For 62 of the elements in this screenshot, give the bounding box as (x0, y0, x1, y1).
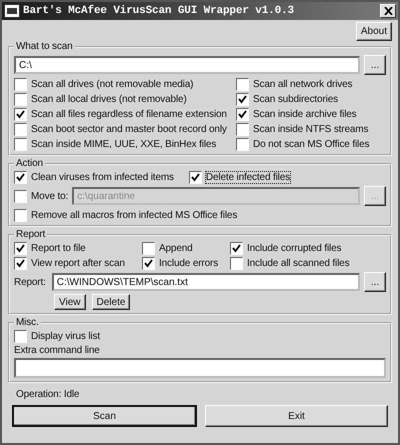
report-button[interactable]: View (54, 294, 86, 310)
group-title: Misc. (15, 317, 40, 328)
report-label: Report: (14, 276, 46, 288)
command-line-field[interactable] (14, 358, 386, 378)
checkbox[interactable] (14, 256, 27, 270)
checkbox-label: Scan boot sector and master boot record only (31, 124, 227, 134)
checkbox[interactable] (236, 138, 249, 150)
checkbox-label: Include corrupted files (247, 242, 342, 254)
checkbox[interactable] (14, 122, 27, 136)
checkbox-label: Scan all drives (not removable media) (31, 78, 194, 90)
checkbox-label: Clean viruses from infected items (31, 172, 174, 182)
close-button[interactable] (380, 4, 396, 18)
checkbox-label: Append (159, 242, 193, 254)
dialog-button[interactable]: Exit (205, 405, 388, 427)
checkbox[interactable] (142, 256, 155, 270)
checkbox-label: Scan inside NTFS streams (253, 124, 368, 134)
checkbox[interactable] (236, 92, 249, 106)
checkbox-label: View report after scan (31, 258, 125, 268)
extra-command-label: Extra command line (14, 345, 101, 356)
browse-button[interactable]: ... (364, 272, 386, 292)
checkbox[interactable] (236, 122, 249, 136)
checkbox[interactable] (230, 242, 243, 254)
checkbox-label: Scan inside archive files (253, 108, 357, 120)
checkbox[interactable] (14, 330, 27, 342)
checkbox[interactable] (142, 242, 155, 254)
browse-button[interactable]: ... (364, 55, 386, 75)
report-button[interactable]: Delete (92, 294, 130, 310)
close-icon (384, 7, 392, 15)
checkbox-label: Scan subdirectories (253, 94, 338, 104)
checkbox[interactable] (236, 78, 249, 90)
checkbox[interactable] (14, 138, 27, 150)
group-title: Action (15, 158, 44, 169)
status-text: Operation: Idle (16, 389, 80, 400)
checkbox-label: Include all scanned files (247, 258, 350, 268)
checkbox-label: Scan all network drives (253, 78, 352, 90)
checkbox[interactable] (188, 170, 202, 184)
checkbox-label: Do not scan MS Office files (253, 138, 370, 150)
checkbox-label: Include errors (159, 258, 218, 268)
checkbox-label: Report to file (31, 242, 86, 254)
group-title: Report (15, 229, 46, 240)
checkbox[interactable] (14, 78, 27, 90)
checkbox[interactable] (14, 242, 27, 254)
about-button[interactable]: About (356, 22, 392, 41)
checkbox[interactable] (14, 208, 27, 222)
checkbox[interactable] (14, 170, 27, 184)
checkbox-label: Delete infected files (206, 172, 290, 182)
window-title: Bart's McAfee VirusScan GUI Wrapper v1.0.3 (23, 5, 295, 17)
checkbox[interactable] (14, 92, 27, 106)
report-file-field[interactable]: C:\WINDOWS\TEMP\scan.txt (52, 273, 360, 291)
app-icon (4, 4, 20, 18)
checkbox-label: Scan all local drives (not removable) (31, 94, 187, 104)
checkbox-label: Display virus list (31, 330, 100, 342)
checkbox[interactable] (14, 108, 27, 120)
dialog-button[interactable]: Scan (12, 405, 197, 427)
group-title: What to scan (15, 41, 74, 52)
checkbox-label: Scan all files regardless of filename extension (31, 108, 227, 120)
path-field[interactable]: C:\ (14, 56, 360, 74)
checkbox-label: Scan inside MIME, UUE, XXE, BinHex files (31, 138, 216, 150)
checkbox-label: Remove all macros from infected MS Office files (31, 210, 238, 220)
checkbox[interactable] (236, 108, 249, 120)
checkbox-label: Move to: (31, 190, 68, 202)
checkbox[interactable] (230, 256, 243, 270)
